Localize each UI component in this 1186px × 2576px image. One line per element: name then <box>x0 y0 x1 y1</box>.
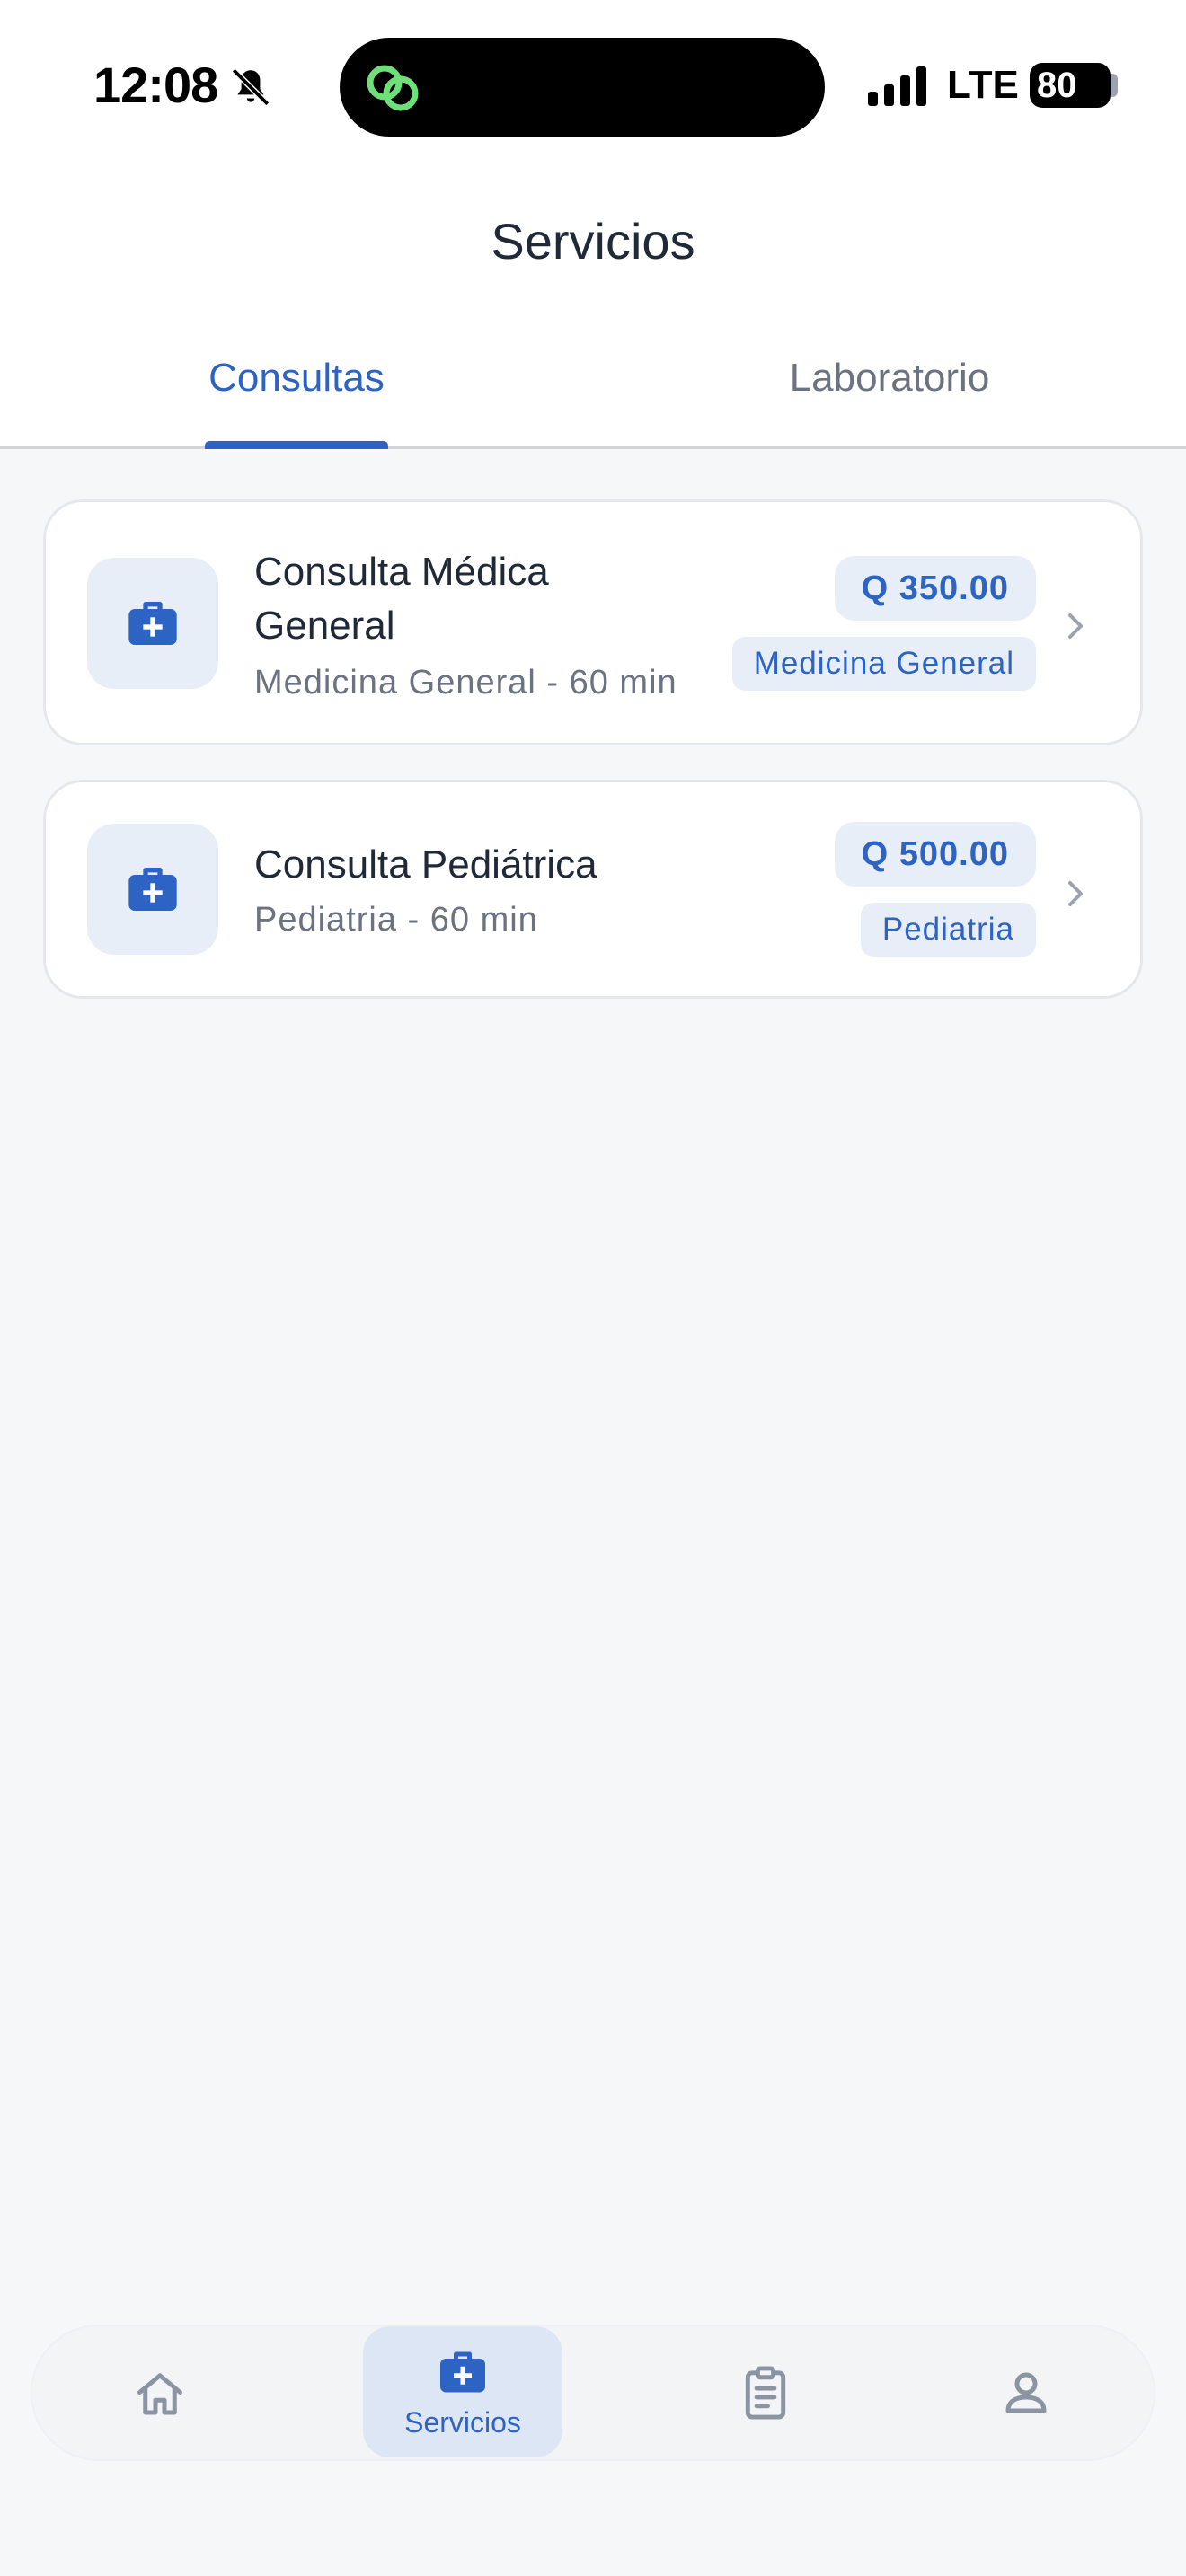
signal-bars-icon <box>868 66 926 106</box>
battery-level: 80 <box>1037 65 1077 105</box>
bottom-navigation-bar <box>31 2325 1155 2461</box>
service-icon-container <box>87 824 218 955</box>
page-title: Servicios <box>491 213 695 269</box>
medical-briefcase-icon <box>128 602 177 645</box>
profile-icon <box>1005 2372 1047 2413</box>
service-card-consulta-pediatrica[interactable]: Consulta Pediátrica Pediatria - 60 min Q… <box>43 780 1143 999</box>
bell-muted-icon <box>231 67 270 107</box>
nav-servicios[interactable]: Servicios <box>363 2326 562 2457</box>
battery-cap <box>1111 74 1118 97</box>
active-tab-indicator <box>205 441 388 449</box>
service-subtitle: Medicina General - 60 min <box>254 664 677 701</box>
price-badge: Q 350.00 <box>834 556 1036 621</box>
service-title: Consulta Pediátrica <box>254 842 597 887</box>
home-icon <box>137 2373 182 2415</box>
chevron-right-icon <box>1068 881 1083 906</box>
medical-briefcase-icon <box>128 868 177 911</box>
medical-briefcase-icon <box>440 2351 485 2392</box>
price-badge: Q 500.00 <box>834 822 1036 887</box>
nav-servicios-label: Servicios <box>404 2405 521 2439</box>
link-rings-icon <box>367 65 419 111</box>
nav-profile[interactable] <box>992 2357 1060 2429</box>
chevron-right-icon <box>1068 613 1083 639</box>
clipboard-icon <box>745 2366 786 2420</box>
tab-consultas[interactable]: Consultas <box>205 356 388 449</box>
tab-laboratorio[interactable]: Laboratorio <box>746 356 1033 449</box>
nav-orders[interactable] <box>731 2357 800 2429</box>
category-badge: Pediatria <box>860 903 1036 957</box>
network-type: LTE <box>947 63 1019 107</box>
service-card-consulta-medica-general[interactable]: Consulta Médica General Medicina General… <box>43 499 1143 745</box>
category-badge: Medicina General <box>731 637 1036 691</box>
service-title: Consulta Médica General <box>254 550 549 648</box>
status-time: 12:08 <box>93 57 218 113</box>
service-subtitle: Pediatria - 60 min <box>254 901 538 939</box>
battery-indicator: 80 <box>1030 63 1111 108</box>
nav-home[interactable] <box>126 2360 194 2429</box>
service-icon-container <box>87 558 218 689</box>
